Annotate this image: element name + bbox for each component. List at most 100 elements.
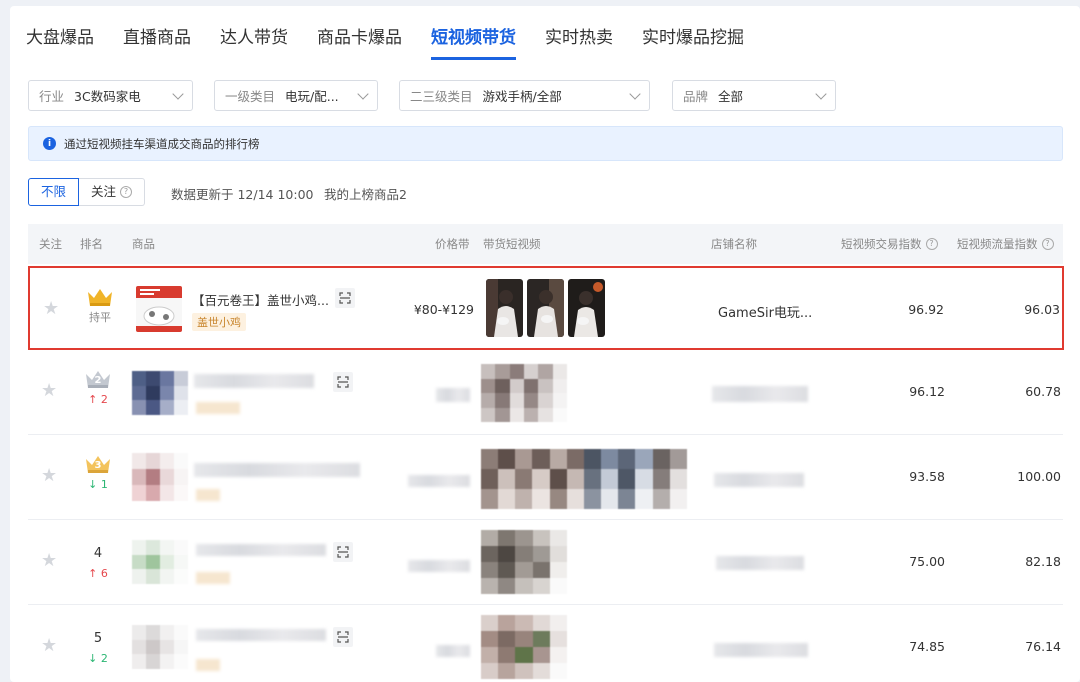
follow-toggle: 不限 关注 ?: [28, 178, 146, 206]
video-thumbnails-blurred[interactable]: [481, 449, 687, 509]
price-blurred: [436, 645, 470, 657]
industry-label: 行业: [39, 89, 65, 104]
product-name-blurred: [196, 629, 326, 641]
video-list: [486, 279, 605, 337]
scan-icon[interactable]: [333, 372, 353, 392]
table-row[interactable]: ★ 2 ↑ 2 96.12 60.78: [28, 350, 1063, 435]
help-icon[interactable]: ?: [925, 238, 938, 250]
category-level23-select[interactable]: 二三级类目 游戏手柄/全部: [399, 80, 650, 111]
product-thumbnail-blurred[interactable]: [132, 625, 188, 669]
category-level1-value: 电玩/配...: [285, 89, 339, 104]
col-traffic-index[interactable]: 短视频流量指数 ?: [957, 224, 1054, 264]
rank-cell: 5 ↓ 2: [78, 629, 118, 667]
traffic-index: 60.78: [1025, 384, 1061, 399]
brand-tag-blurred: [196, 489, 220, 501]
tab-influencer-sales[interactable]: 达人带货: [220, 24, 288, 60]
star-icon[interactable]: ★: [41, 637, 57, 655]
rank-cell: 持平: [80, 286, 120, 326]
product-name-blurred: [194, 374, 314, 388]
traffic-index: 82.18: [1025, 554, 1061, 569]
tab-live-products[interactable]: 直播商品: [123, 24, 191, 60]
rank-change: ↑ 2: [88, 393, 108, 406]
info-text: 通过短视频挂车渠道成交商品的排行榜: [64, 136, 260, 151]
col-shop: 店铺名称: [711, 237, 757, 251]
table-row[interactable]: ★ 4 ↑ 6 75.00 82.18: [28, 520, 1063, 605]
industry-value: 3C数码家电: [74, 89, 141, 104]
chevron-down-icon: [357, 87, 369, 100]
rank-cell: 4 ↑ 6: [78, 544, 118, 582]
video-thumbnail[interactable]: [568, 279, 605, 337]
col-trade-index[interactable]: 短视频交易指数 ?: [841, 224, 938, 264]
tab-product-card-hot[interactable]: 商品卡爆品: [317, 24, 402, 60]
bronze-crown-icon: 3: [84, 453, 112, 475]
rank-number: 5: [93, 631, 103, 646]
star-icon[interactable]: ★: [41, 467, 57, 485]
col-product: 商品: [132, 237, 155, 251]
category-level23-label: 二三级类目: [410, 89, 473, 104]
rank-change: ↓ 2: [88, 652, 108, 665]
product-thumbnail-blurred[interactable]: [132, 540, 188, 584]
tab-market-hot[interactable]: 大盘爆品: [26, 24, 94, 60]
rank-cell: 2 ↑ 2: [78, 368, 118, 408]
info-icon: i: [43, 137, 56, 150]
product-name-blurred: [196, 544, 326, 556]
traffic-index: 96.03: [1024, 302, 1060, 317]
video-thumbnail[interactable]: [486, 279, 523, 337]
toggle-follow-label: 关注: [91, 184, 117, 199]
video-thumbnails-blurred[interactable]: [481, 530, 567, 594]
trade-index: 75.00: [909, 554, 945, 569]
category-level1-select[interactable]: 一级类目 电玩/配...: [214, 80, 378, 111]
star-icon[interactable]: ★: [41, 382, 57, 400]
brand-select[interactable]: 品牌 全部: [672, 80, 836, 111]
col-price: 价格带: [435, 237, 470, 251]
table-row[interactable]: ★ 5 ↓ 2 74.85 76.14: [28, 605, 1063, 682]
star-icon[interactable]: ★: [43, 300, 59, 318]
main-panel: 大盘爆品 直播商品 达人带货 商品卡爆品 短视频带货 实时热卖 实时爆品挖掘 行…: [10, 6, 1080, 682]
help-icon[interactable]: ?: [1041, 238, 1054, 250]
video-thumbnail[interactable]: [527, 279, 564, 337]
brand-tag: 盖世小鸡: [192, 313, 246, 331]
help-icon[interactable]: ?: [120, 186, 133, 198]
tab-realtime-hot[interactable]: 实时热卖: [545, 24, 613, 60]
scan-icon[interactable]: [335, 288, 355, 308]
chevron-down-icon: [815, 87, 827, 100]
trade-index: 74.85: [909, 639, 945, 654]
price-range: ¥80-¥129: [413, 302, 474, 317]
col-videos: 带货短视频: [483, 237, 541, 251]
chevron-down-icon: [629, 87, 641, 100]
table-row[interactable]: ★ 持平 【百元卷王】盖世小鸡... 盖世小鸡 ¥80-¥129 GameSir…: [28, 266, 1064, 350]
category-level1-label: 一级类目: [225, 89, 276, 104]
my-items-count[interactable]: 我的上榜商品2: [324, 184, 407, 203]
product-name[interactable]: 【百元卷王】盖世小鸡...: [192, 290, 329, 309]
trade-index: 96.12: [909, 384, 945, 399]
price-blurred: [436, 388, 470, 402]
toggle-all-button[interactable]: 不限: [28, 178, 80, 206]
brand-tag-blurred: [196, 572, 230, 584]
video-thumbnails-blurred[interactable]: [481, 615, 567, 679]
product-thumbnail[interactable]: [136, 286, 182, 332]
video-thumbnails-blurred[interactable]: [481, 364, 567, 422]
tab-short-video-sales[interactable]: 短视频带货: [431, 24, 516, 60]
scan-icon[interactable]: [333, 627, 353, 647]
tab-realtime-discovery[interactable]: 实时爆品挖掘: [642, 24, 744, 60]
product-thumbnail-blurred[interactable]: [132, 453, 188, 501]
product-thumbnail-blurred[interactable]: [132, 371, 188, 415]
col-follow: 关注: [39, 237, 62, 251]
star-icon[interactable]: ★: [41, 552, 57, 570]
shop-name[interactable]: GameSir电玩...: [718, 302, 812, 321]
silver-crown-icon: 2: [84, 368, 112, 390]
shop-name-blurred: [714, 473, 804, 487]
toggle-follow-button[interactable]: 关注 ?: [79, 178, 146, 206]
shop-name-blurred: [716, 556, 804, 570]
industry-select[interactable]: 行业 3C数码家电: [28, 80, 193, 111]
rank-number: 3: [94, 460, 102, 471]
rank-number: 2: [94, 375, 102, 386]
brand-tag-blurred: [196, 402, 240, 414]
traffic-index: 100.00: [1017, 469, 1061, 484]
col-rank: 排名: [80, 237, 103, 251]
scan-icon[interactable]: [333, 542, 353, 562]
table-row[interactable]: ★ 3 ↓ 1 93.58 100.00: [28, 435, 1063, 520]
trade-index: 96.92: [908, 302, 944, 317]
rank-change: 持平: [89, 311, 111, 324]
category-level23-value: 游戏手柄/全部: [482, 89, 562, 104]
